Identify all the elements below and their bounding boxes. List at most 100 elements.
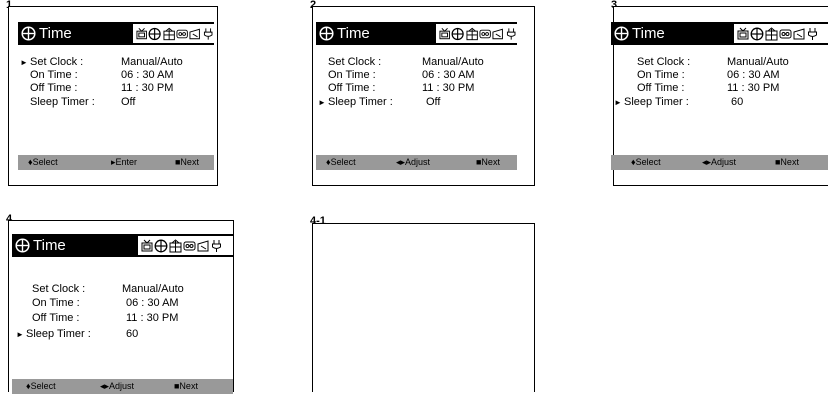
time-icon (15, 238, 30, 253)
sleep-timer-value: Off (426, 96, 441, 108)
gift-icon (163, 27, 175, 40)
menu-icon-bar (133, 24, 214, 43)
on-time-value: 06 : 30 AM (126, 297, 179, 309)
menu-row-set-clock[interactable]: Set Clock : (30, 56, 83, 69)
set-clock-value: Manual/Auto (727, 56, 789, 68)
menu-row-set-clock[interactable]: Set Clock : (32, 283, 85, 296)
menu-row-off-time[interactable]: Off Time : (32, 312, 79, 325)
footer-bar: ♦Select ◂▸Adjust ■Next (611, 155, 828, 170)
row-label: Sleep Timer : (624, 96, 689, 108)
sleep-timer-value: 60 (126, 328, 139, 340)
selection-arrow: ► (318, 98, 326, 107)
selection-arrow: ► (20, 58, 28, 67)
menu-row-off-time[interactable]: Off Time : (30, 82, 77, 95)
row-label: Set Clock : (637, 56, 691, 68)
set-clock-value: Manual/Auto (121, 56, 183, 68)
menu-icon-bar (734, 24, 828, 43)
row-label: Sleep Timer : (328, 96, 393, 108)
menu-row-off-time[interactable]: Off Time : (328, 82, 375, 95)
row-label: On Time : (637, 69, 685, 81)
time-icon (148, 27, 162, 40)
footer-bar: ♦Select ▸Enter ■Next (18, 155, 214, 170)
step-1: 1 Time ► Set Clock : On Time : Off Time … (6, 0, 218, 186)
menu-row-sleep-timer[interactable]: Sleep Timer : (624, 96, 689, 109)
select-hint: ♦Select (631, 157, 661, 167)
menu-row-set-clock[interactable]: Set Clock : (328, 56, 381, 69)
time-icon (21, 26, 36, 41)
footer-bar: ♦Select ◂▸Adjust ■Next (316, 155, 517, 170)
osd-menu: Time ► Set Clock : On Time : Off Time : … (611, 22, 828, 180)
gift-icon (169, 238, 182, 252)
off-time-value: 11 : 30 PM (126, 312, 179, 324)
step-footer-rule (613, 185, 828, 186)
step-footer-rule (312, 185, 535, 186)
tape-icon (479, 29, 491, 38)
tape-icon (183, 241, 196, 250)
gift-icon (765, 26, 778, 40)
menu-icon-bar (436, 24, 517, 43)
tv-antenna-icon (141, 239, 153, 251)
menu-row-on-time[interactable]: On Time : (328, 69, 376, 82)
selection-arrow: ► (16, 330, 24, 339)
enter-hint: ▸Enter (111, 157, 138, 167)
tv-screen-blank (312, 223, 535, 392)
menu-row-sleep-timer[interactable]: Sleep Timer : (26, 328, 91, 341)
time-icon (614, 26, 629, 41)
menu-title-text: Time (337, 25, 370, 42)
box-icon (793, 27, 805, 39)
off-time-value: 11 : 30 PM (727, 82, 780, 94)
adjust-hint: ◂▸Adjust (100, 381, 135, 391)
on-time-value: 06 : 30 AM (727, 69, 780, 81)
select-hint: ♦Select (326, 157, 356, 167)
plug-icon (203, 27, 213, 40)
row-label: Set Clock : (32, 283, 86, 295)
select-hint: ♦Select (28, 157, 58, 167)
menu-title: Time (15, 237, 66, 254)
time-icon (750, 27, 764, 40)
row-label: On Time : (32, 297, 80, 309)
time-icon (319, 26, 334, 41)
next-hint: ■Next (775, 157, 799, 167)
footer-bar: ♦Select ◂▸Adjust ■Next (12, 379, 233, 394)
row-label: On Time : (328, 69, 376, 81)
row-label: Set Clock : (328, 56, 382, 68)
tv-antenna-icon (737, 27, 749, 39)
tape-icon (176, 29, 188, 38)
next-hint: ■Next (174, 381, 198, 391)
tape-icon (779, 29, 792, 38)
menu-row-sleep-timer[interactable]: Sleep Timer : (328, 96, 393, 109)
row-label: Off Time : (637, 82, 685, 94)
box-icon (197, 239, 209, 251)
row-label: On Time : (30, 69, 78, 81)
box-icon (492, 28, 504, 39)
menu-title: Time (21, 25, 72, 42)
step-footer-rule (8, 185, 218, 186)
menu-row-on-time[interactable]: On Time : (637, 69, 685, 82)
menu-title: Time (614, 25, 665, 42)
plug-icon (506, 27, 516, 40)
off-time-value: 11 : 30 PM (422, 82, 475, 94)
menu-icon-bar (138, 236, 233, 255)
row-label: Off Time : (30, 82, 78, 94)
menu-row-off-time[interactable]: Off Time : (637, 82, 684, 95)
sleep-timer-value: Off (121, 96, 136, 108)
set-clock-value: Manual/Auto (422, 56, 484, 68)
selection-arrow: ► (614, 98, 622, 107)
set-clock-value: Manual/Auto (122, 283, 184, 295)
menu-row-sleep-timer[interactable]: Sleep Timer : (30, 96, 95, 109)
menu-row-on-time[interactable]: On Time : (30, 69, 78, 82)
sleep-timer-value: 60 (731, 96, 744, 108)
osd-menu: Time ► Set Clock : On Time : Off Time : … (12, 234, 233, 394)
menu-row-set-clock[interactable]: Set Clock : (637, 56, 690, 69)
time-icon (154, 239, 168, 252)
next-hint: ■Next (175, 157, 199, 167)
on-time-value: 06 : 30 AM (121, 69, 174, 81)
row-label: Set Clock : (30, 56, 84, 68)
step-2: 2 Time ► Set Clock : On Time : Off Time … (310, 0, 535, 186)
menu-row-on-time[interactable]: On Time : (32, 297, 80, 310)
gift-icon (466, 27, 478, 40)
osd-menu: Time ► Set Clock : On Time : Off Time : … (316, 22, 517, 180)
select-hint: ♦Select (26, 381, 56, 391)
on-time-value: 06 : 30 AM (422, 69, 475, 81)
adjust-hint: ◂▸Adjust (396, 157, 431, 167)
